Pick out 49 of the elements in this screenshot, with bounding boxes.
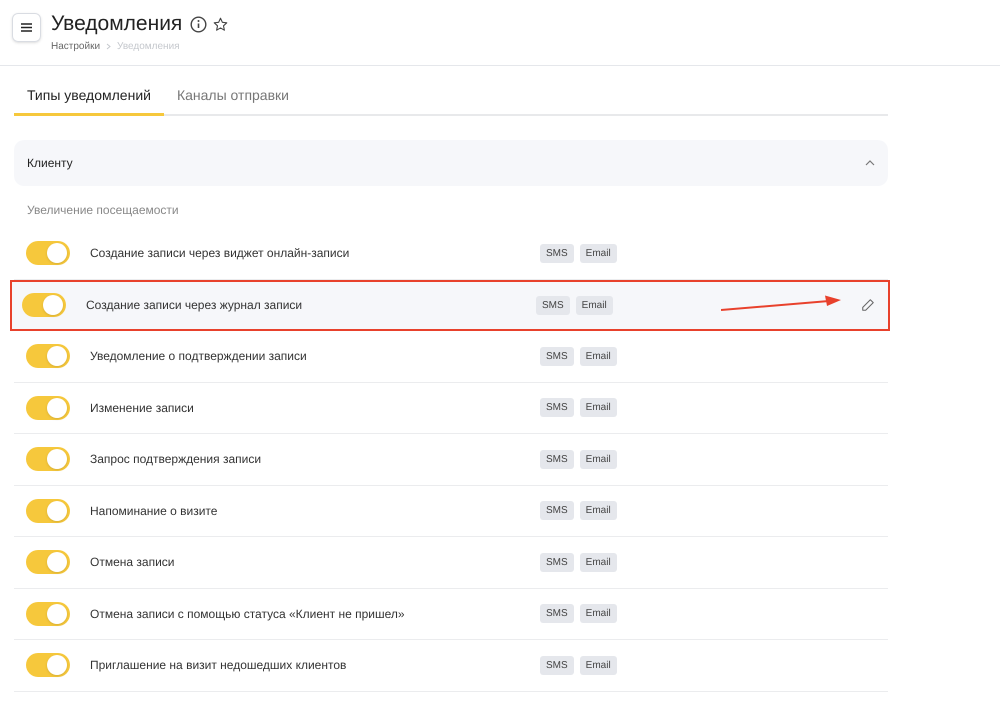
menu-button[interactable] (12, 13, 41, 42)
toggle-switch[interactable] (26, 602, 70, 626)
section-title: Клиенту (27, 155, 73, 172)
notification-label: Создание записи через журнал записи (86, 297, 304, 314)
toggle-switch[interactable] (26, 498, 70, 523)
chevron-right-icon (106, 43, 112, 50)
channel-tag: Email (576, 296, 613, 315)
toggle-switch[interactable] (22, 293, 66, 318)
channel-tag: Email (580, 604, 617, 624)
menu-icon (21, 23, 32, 32)
channel-tag: SMS (540, 501, 574, 520)
notification-label: Отмена записи с помощью статуса «Клиент не пришел» (90, 606, 406, 623)
toggle-switch[interactable] (26, 447, 70, 472)
notification-label: Создание записи через виджет онлайн-записи (90, 245, 350, 262)
tab[interactable]: Каналы отправки (164, 77, 302, 116)
notification-label: Уведомление о подтверждении записи (90, 348, 308, 366)
channel-tag: SMS (540, 656, 574, 675)
channel-tag: SMS (536, 296, 570, 315)
breadcrumb-link[interactable]: Настройки (51, 39, 100, 54)
edit-pencil-icon[interactable] (861, 298, 875, 312)
notification-label: Напоминание о визите (90, 502, 218, 520)
star-icon[interactable] (213, 16, 228, 32)
info-icon[interactable] (190, 16, 208, 32)
notification-label: Запрос подтверждения записи (90, 451, 262, 468)
channel-tag: Email (580, 450, 617, 469)
notification-label: Отмена записи (90, 554, 176, 572)
channel-tag: Email (580, 501, 617, 520)
toggle-switch[interactable] (26, 550, 70, 574)
channel-tag: SMS (540, 552, 574, 572)
channel-tag: Email (580, 398, 617, 418)
page-title: Уведомления (51, 12, 182, 36)
toggle-switch[interactable] (26, 396, 70, 420)
channel-tag: SMS (540, 244, 574, 263)
toggle-switch[interactable] (26, 241, 70, 266)
section-header[interactable]: Клиенту (14, 140, 888, 186)
channel-tag: Email (580, 346, 617, 366)
channel-tag: SMS (540, 398, 574, 418)
toggle-switch[interactable] (26, 344, 70, 368)
notification-label: Изменение записи (90, 400, 195, 417)
notification-label: Приглашение на визит недошедших клиентов (90, 657, 348, 674)
group-label: Увеличение посещаемости (27, 202, 180, 219)
channel-tag: SMS (540, 604, 574, 624)
channel-tag: SMS (540, 346, 574, 366)
tab[interactable]: Типы уведомлений (14, 77, 164, 116)
channel-tag: Email (580, 656, 617, 675)
channel-tag: Email (580, 552, 617, 572)
channel-tag: SMS (540, 450, 574, 469)
channel-tag: Email (580, 244, 617, 263)
toggle-switch[interactable] (26, 653, 70, 678)
